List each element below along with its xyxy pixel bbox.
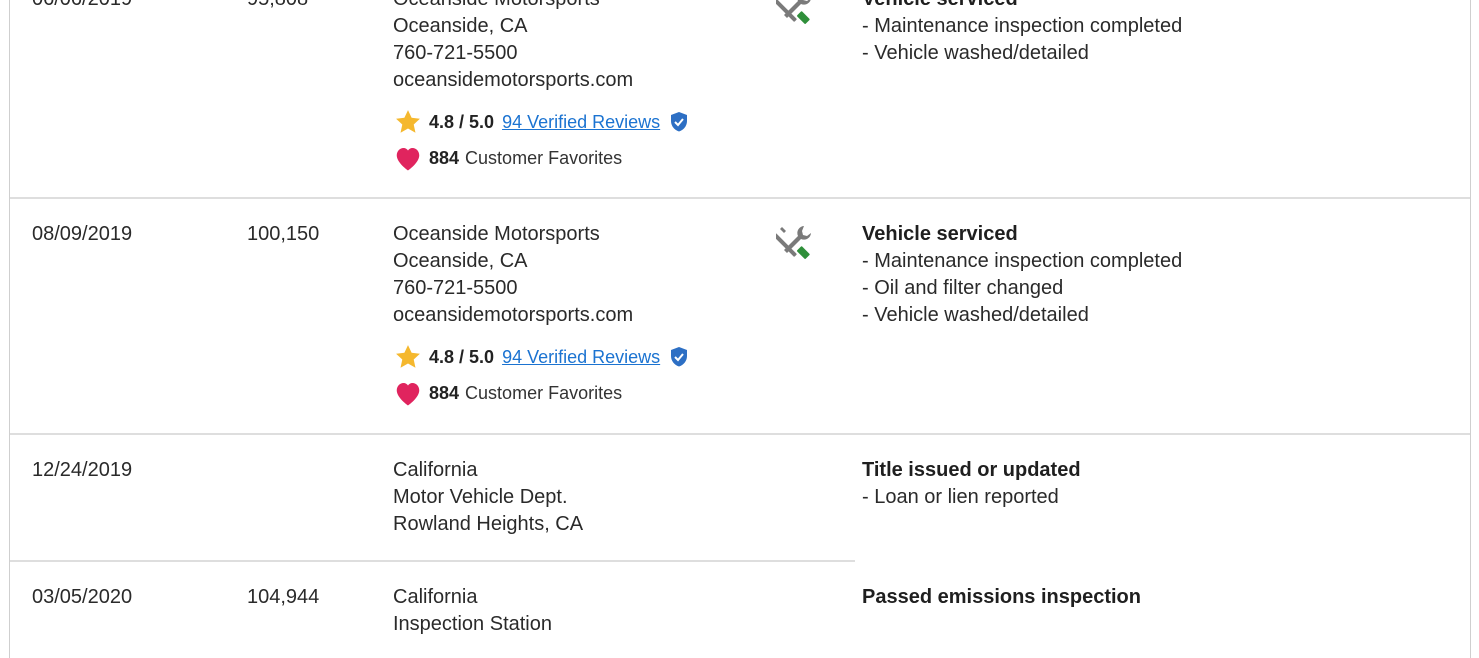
table-row: 03/05/2020 104,944 California Inspection…	[10, 584, 1470, 658]
source-name: California	[393, 586, 478, 608]
favorites-label: Customer Favorites	[465, 147, 623, 168]
record-odometer: 100,150	[247, 223, 320, 245]
source-name: Oceanside Motorsports	[393, 223, 600, 245]
details-item: - Maintenance inspection completed	[862, 15, 1183, 37]
dealer-meta: 4.8 / 5.0 94 Verified Reviews 884 Custom…	[393, 339, 696, 411]
record-details: Passed emissions inspection	[862, 584, 1141, 611]
details-item: - Maintenance inspection completed	[862, 250, 1183, 272]
star-icon	[393, 342, 423, 372]
verified-reviews-link[interactable]: 94 Verified Reviews	[502, 344, 660, 371]
record-details: Vehicle serviced - Maintenance inspectio…	[862, 221, 1182, 329]
source-phone[interactable]: 760-721-5500	[393, 40, 696, 67]
source-name: Oceanside Motorsports	[393, 0, 696, 13]
record-date: 12/24/2019	[32, 459, 133, 481]
record-source: California Inspection Station	[393, 584, 552, 638]
favorites-row: 884 Customer Favorites	[393, 375, 696, 411]
dealer-meta: 4.8 / 5.0 94 Verified Reviews 884 Custom…	[393, 104, 696, 176]
details-item: - Vehicle washed/detailed	[862, 42, 1089, 64]
details-item: - Oil and filter changed	[862, 277, 1064, 299]
details-item: - Vehicle washed/detailed	[862, 304, 1089, 326]
details-title: Passed emissions inspection	[862, 586, 1141, 608]
rating-row: 4.8 / 5.0 94 Verified Reviews	[393, 339, 696, 375]
favorites-count: 884	[429, 147, 460, 168]
record-details: Vehicle serviced - Maintenance inspectio…	[862, 0, 1182, 67]
service-tools-icon	[773, 223, 816, 271]
source-location: Oceanside, CA	[393, 15, 528, 37]
details-item: - Loan or lien reported	[862, 486, 1059, 508]
favorites-row: 884 Customer Favorites	[393, 140, 696, 176]
source-phone[interactable]: 760-721-5500	[393, 275, 696, 302]
record-date: 03/05/2020	[32, 586, 133, 608]
rating-row: 4.8 / 5.0 94 Verified Reviews	[393, 104, 696, 140]
row-divider	[10, 433, 1470, 435]
rating-value: 4.8 / 5.0	[429, 111, 495, 132]
details-title: Vehicle serviced	[862, 223, 1018, 245]
rating-value: 4.8 / 5.0	[429, 346, 495, 367]
table-row: 06/06/2019 95,808 Oceanside Motorsports …	[10, 0, 1470, 197]
favorites-label: Customer Favorites	[465, 382, 623, 403]
details-title: Vehicle serviced	[862, 0, 1182, 13]
star-icon	[393, 107, 423, 137]
row-divider	[10, 560, 855, 562]
verified-shield-icon	[668, 111, 690, 133]
row-divider	[10, 197, 1470, 199]
heart-icon	[393, 143, 423, 173]
source-website[interactable]: oceansidemotorsports.com	[393, 67, 696, 94]
service-tools-icon	[773, 0, 816, 36]
source-facility: Inspection Station	[393, 613, 552, 635]
source-agency: Motor Vehicle Dept.	[393, 486, 568, 508]
heart-icon	[393, 378, 423, 408]
record-date: 08/09/2019	[32, 223, 133, 245]
details-title: Title issued or updated	[862, 459, 1081, 481]
source-name: California	[393, 459, 478, 481]
record-source: Oceanside Motorsports Oceanside, CA 760-…	[393, 0, 696, 176]
table-row: 12/24/2019 California Motor Vehicle Dept…	[10, 457, 1470, 560]
table-row: 08/09/2019 100,150 Oceanside Motorsports…	[10, 221, 1470, 433]
record-date: 06/06/2019	[32, 0, 132, 13]
verified-reviews-link[interactable]: 94 Verified Reviews	[502, 109, 660, 136]
source-location: Oceanside, CA	[393, 250, 528, 272]
history-table: 06/06/2019 95,808 Oceanside Motorsports …	[9, 0, 1471, 658]
record-odometer: 104,944	[247, 586, 320, 608]
source-location: Rowland Heights, CA	[393, 513, 584, 535]
record-source: California Motor Vehicle Dept. Rowland H…	[393, 457, 583, 538]
verified-shield-icon	[668, 346, 690, 368]
record-odometer: 95,808	[247, 0, 308, 13]
source-website[interactable]: oceansidemotorsports.com	[393, 302, 696, 329]
favorites-count: 884	[429, 382, 460, 403]
record-details: Title issued or updated - Loan or lien r…	[862, 457, 1081, 511]
record-source: Oceanside Motorsports Oceanside, CA 760-…	[393, 221, 696, 411]
